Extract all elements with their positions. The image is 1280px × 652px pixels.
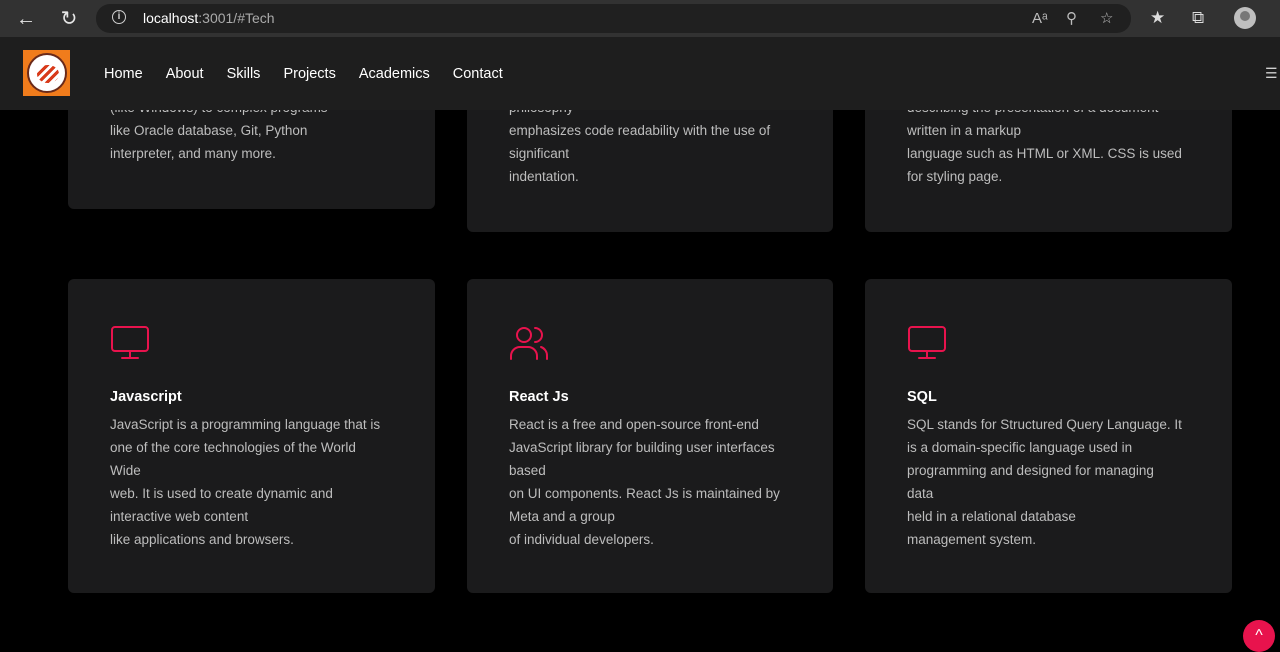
url-host: localhost <box>143 10 199 26</box>
profile-icon[interactable] <box>1234 7 1256 29</box>
read-aloud-icon[interactable]: Aᵃ <box>1032 4 1048 33</box>
chevron-up-icon: ^ <box>1255 627 1263 644</box>
back-icon[interactable]: ← <box>13 6 39 32</box>
collections-icon[interactable]: ⧉ <box>1192 8 1204 28</box>
card-title: React Js <box>509 389 569 405</box>
nav-contact[interactable]: Contact <box>453 66 503 82</box>
monitor-icon <box>111 326 149 359</box>
nav-home[interactable]: Home <box>104 66 143 82</box>
info-icon[interactable]: i <box>112 10 126 24</box>
card-title: Javascript <box>110 389 182 405</box>
zoom-out-icon[interactable]: ⚲ <box>1066 4 1077 33</box>
card-title: SQL <box>907 389 937 405</box>
card-text: JavaScript is a programming language tha… <box>110 417 381 547</box>
nav-academics[interactable]: Academics <box>359 66 430 82</box>
card-text: React is a free and open-source front-en… <box>509 417 780 547</box>
users-icon <box>510 327 548 360</box>
monitor-icon <box>908 326 946 359</box>
favorites-icon[interactable]: ★ <box>1150 8 1165 28</box>
main-nav: Home About Skills Projects Academics Con… <box>104 37 526 110</box>
menu-icon[interactable]: ☰ <box>1265 65 1278 82</box>
card-sql: SQL SQL stands for Structured Query Lang… <box>865 279 1232 593</box>
card-text: SQL stands for Structured Query Language… <box>907 417 1182 547</box>
card-javascript: Javascript JavaScript is a programming l… <box>68 279 435 593</box>
nav-skills[interactable]: Skills <box>227 66 261 82</box>
card-react: React Js React is a free and open-source… <box>467 279 833 593</box>
scroll-to-top-button[interactable]: ^ <box>1243 620 1275 652</box>
nav-about[interactable]: About <box>166 66 204 82</box>
site-header: Home About Skills Projects Academics Con… <box>0 37 1280 110</box>
favorite-add-icon[interactable]: ☆ <box>1100 4 1113 33</box>
refresh-icon[interactable]: ↻ <box>56 6 82 32</box>
nav-projects[interactable]: Projects <box>283 66 335 82</box>
logo[interactable] <box>23 50 70 96</box>
address-bar[interactable]: i localhost:3001/#Tech Aᵃ ⚲ ☆ <box>96 4 1131 33</box>
url-path: :3001/#Tech <box>198 10 275 26</box>
browser-toolbar: ← ↻ i localhost:3001/#Tech Aᵃ ⚲ ☆ ★ ⧉ <box>0 0 1280 37</box>
